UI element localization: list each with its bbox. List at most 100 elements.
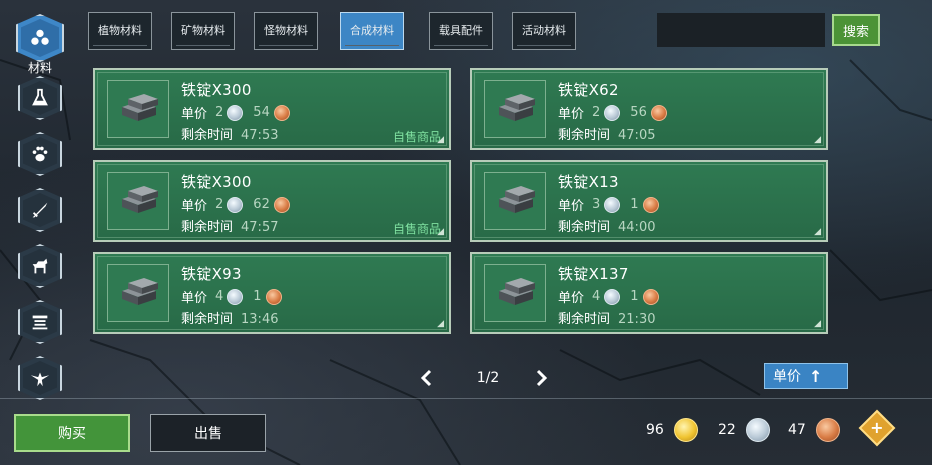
tab-plant-materials[interactable]: 植物材料 bbox=[88, 12, 152, 50]
rail-item-equipment[interactable] bbox=[18, 188, 62, 232]
search-input[interactable] bbox=[657, 13, 825, 47]
time-row: 剩余时间 47:05 bbox=[558, 124, 655, 143]
silver-coin-icon bbox=[227, 104, 244, 121]
rail-item-materials[interactable] bbox=[16, 14, 64, 62]
time-left-value: 47:53 bbox=[241, 128, 279, 143]
rail-item-wings[interactable] bbox=[18, 356, 62, 400]
rail-item-scrolls[interactable] bbox=[18, 300, 62, 344]
sword-shield-icon bbox=[32, 202, 48, 218]
price-copper: 1 bbox=[630, 197, 639, 212]
arrow-up-icon: ↑ bbox=[809, 366, 823, 386]
sell-button[interactable]: 出售 bbox=[150, 414, 266, 452]
silver-coin-icon bbox=[745, 418, 770, 442]
rail-item-mounts[interactable] bbox=[18, 244, 62, 288]
price-label: 单价 bbox=[181, 199, 208, 214]
iron-ingot-icon bbox=[499, 278, 535, 305]
wallet-copper: 47 bbox=[788, 418, 840, 442]
copper-coin-icon bbox=[273, 104, 290, 121]
copper-coin-icon bbox=[642, 288, 659, 305]
time-left-label: 剩余时间 bbox=[181, 220, 234, 235]
silver-amount: 22 bbox=[718, 422, 736, 438]
item-thumbnail bbox=[484, 80, 546, 138]
page-indicator: 1/2 bbox=[476, 370, 500, 386]
price-label: 单价 bbox=[558, 291, 585, 306]
item-thumbnail bbox=[107, 172, 169, 230]
prev-page-button[interactable] bbox=[416, 368, 436, 388]
price-silver: 2 bbox=[215, 105, 224, 120]
sort-by-price-button[interactable]: 单价 ↑ bbox=[764, 363, 848, 389]
copper-coin-icon bbox=[265, 288, 282, 305]
price-label: 单价 bbox=[558, 199, 585, 214]
time-left-label: 剩余时间 bbox=[558, 128, 611, 143]
item-name: 铁锭X300 bbox=[181, 173, 252, 191]
price-silver: 4 bbox=[215, 289, 224, 304]
item-name: 铁锭X93 bbox=[181, 265, 242, 283]
buy-button[interactable]: 购买 bbox=[14, 414, 130, 452]
copper-coin-icon bbox=[815, 418, 840, 442]
tab-monster-materials[interactable]: 怪物材料 bbox=[254, 12, 318, 50]
iron-ingot-icon bbox=[122, 186, 158, 213]
divider bbox=[0, 398, 932, 399]
time-left-label: 剩余时间 bbox=[558, 220, 611, 235]
item-thumbnail bbox=[107, 264, 169, 322]
rail-item-beasts[interactable] bbox=[18, 132, 62, 176]
corner-mark-icon: ◢ bbox=[437, 319, 444, 329]
self-sale-badge: 自售商品 bbox=[392, 222, 441, 236]
item-thumbnail bbox=[484, 264, 546, 322]
next-page-button[interactable] bbox=[532, 368, 552, 388]
item-thumbnail bbox=[484, 172, 546, 230]
iron-ingot-icon bbox=[499, 186, 535, 213]
bird-icon bbox=[30, 372, 50, 387]
price-copper: 1 bbox=[630, 289, 639, 304]
tab-crafted-materials[interactable]: 合成材料 bbox=[340, 12, 404, 50]
price-row: 单价 3 1 bbox=[558, 195, 669, 214]
price-copper: 62 bbox=[253, 197, 270, 212]
horse-icon bbox=[32, 258, 48, 274]
price-copper: 54 bbox=[253, 105, 270, 120]
chevron-left-icon bbox=[420, 369, 432, 387]
listing-card[interactable]: 铁锭X62 单价 2 56 剩余时间 47:05 ◢ bbox=[470, 68, 828, 150]
time-left-value: 44:00 bbox=[618, 220, 656, 235]
time-row: 剩余时间 47:57 bbox=[181, 216, 278, 235]
add-currency-button[interactable]: + bbox=[858, 409, 896, 447]
copper-coin-icon bbox=[273, 196, 290, 213]
time-left-label: 剩余时间 bbox=[181, 312, 234, 327]
item-name: 铁锭X13 bbox=[558, 173, 619, 191]
corner-mark-icon: ◢ bbox=[437, 135, 444, 145]
silver-coin-icon bbox=[604, 196, 621, 213]
listing-card[interactable]: 铁锭X93 单价 4 1 剩余时间 13:46 ◢ bbox=[93, 252, 451, 334]
wallet-silver: 22 bbox=[718, 418, 770, 442]
sort-label: 单价 bbox=[773, 369, 801, 385]
time-left-value: 47:57 bbox=[241, 220, 279, 235]
listing-card[interactable]: 铁锭X300 单价 2 54 剩余时间 47:53 自售商品 ◢ bbox=[93, 68, 451, 150]
price-copper: 56 bbox=[630, 105, 647, 120]
copper-coin-icon bbox=[642, 196, 659, 213]
listing-card[interactable]: 铁锭X13 单价 3 1 剩余时间 44:00 ◢ bbox=[470, 160, 828, 242]
time-left-value: 13:46 bbox=[241, 312, 279, 327]
tab-mineral-materials[interactable]: 矿物材料 bbox=[171, 12, 235, 50]
corner-mark-icon: ◢ bbox=[814, 135, 821, 145]
time-left-value: 47:05 bbox=[618, 128, 656, 143]
time-row: 剩余时间 47:53 bbox=[181, 124, 278, 143]
silver-coin-icon bbox=[604, 104, 621, 121]
listing-card[interactable]: 铁锭X300 单价 2 62 剩余时间 47:57 自售商品 ◢ bbox=[93, 160, 451, 242]
tab-vehicle-parts[interactable]: 载具配件 bbox=[429, 12, 493, 50]
time-row: 剩余时间 21:30 bbox=[558, 308, 655, 327]
price-label: 单价 bbox=[181, 107, 208, 122]
self-sale-badge: 自售商品 bbox=[392, 130, 441, 144]
price-label: 单价 bbox=[558, 107, 585, 122]
price-row: 单价 4 1 bbox=[181, 287, 292, 306]
materials-cluster-icon bbox=[31, 29, 49, 45]
gold-amount: 96 bbox=[646, 422, 664, 438]
rail-item-alchemy[interactable] bbox=[18, 76, 62, 120]
item-name: 铁锭X137 bbox=[558, 265, 629, 283]
search-button[interactable]: 搜索 bbox=[832, 14, 880, 46]
time-row: 剩余时间 44:00 bbox=[558, 216, 655, 235]
corner-mark-icon: ◢ bbox=[814, 319, 821, 329]
price-silver: 2 bbox=[215, 197, 224, 212]
listing-card[interactable]: 铁锭X137 单价 4 1 剩余时间 21:30 ◢ bbox=[470, 252, 828, 334]
copper-amount: 47 bbox=[788, 422, 806, 438]
price-copper: 1 bbox=[253, 289, 262, 304]
plus-icon: + bbox=[870, 418, 884, 437]
tab-event-materials[interactable]: 活动材料 bbox=[512, 12, 576, 50]
